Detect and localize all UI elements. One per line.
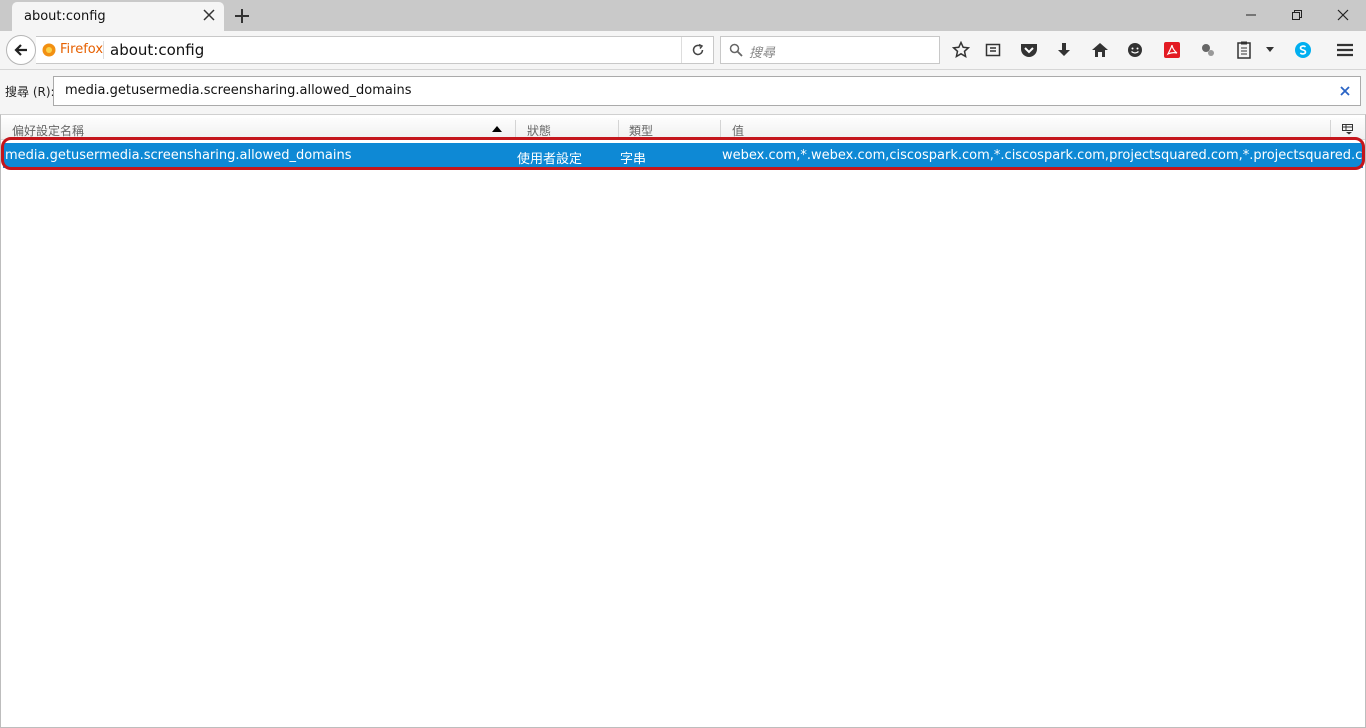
back-button[interactable] (6, 35, 36, 65)
clipboard-dropdown[interactable] (1262, 39, 1278, 61)
firefox-logo-icon (42, 43, 56, 56)
back-arrow-icon (14, 44, 27, 56)
skype-icon (1295, 42, 1311, 58)
filter-value: media.getusermedia.screensharing.allowed… (65, 83, 412, 98)
column-header-value[interactable]: 值 (732, 122, 744, 139)
identity-label: Firefox (60, 42, 104, 57)
sort-ascending-icon (492, 126, 502, 132)
pref-value-cell: webex.com,*.webex.com,ciscospark.com,*.c… (722, 148, 1362, 163)
filter-label: 搜尋 (R): (5, 85, 55, 99)
identity-box[interactable]: Firefox (42, 42, 103, 57)
menu-button[interactable] (1334, 39, 1356, 61)
clear-filter-icon[interactable] (1338, 84, 1352, 98)
new-tab-icon[interactable] (232, 6, 252, 26)
bookmark-star-button[interactable] (950, 39, 972, 61)
pocket-button[interactable] (1018, 39, 1040, 61)
hamburger-menu-icon (1337, 43, 1353, 57)
puzzle-icon (1202, 44, 1214, 56)
tab-strip: about:config (0, 0, 1366, 31)
star-icon (952, 41, 970, 59)
search-bar[interactable]: 搜尋 (720, 36, 940, 64)
download-arrow-icon (1058, 43, 1070, 56)
pocket-icon (1021, 44, 1037, 57)
pref-status-cell: 使用者設定 (517, 152, 583, 167)
url-bar[interactable]: Firefox about:config (36, 36, 714, 64)
column-splitter[interactable] (618, 120, 619, 138)
chevron-down-icon (1266, 47, 1274, 52)
minimize-icon (1246, 14, 1256, 16)
pref-type-cell: 字串 (620, 152, 647, 167)
tab-about-config[interactable]: about:config (12, 2, 224, 31)
tab-title: about:config (24, 9, 106, 24)
downloads-button[interactable] (1053, 39, 1075, 61)
pref-name-cell: media.getusermedia.screensharing.allowed… (5, 148, 352, 163)
clipboard-icon (1237, 41, 1251, 59)
bookmarks-list-icon (985, 43, 1001, 57)
tree-header: 偏好設定名稱 狀態 類型 值 (1, 118, 1365, 140)
url-text[interactable]: about:config (110, 41, 204, 59)
table-row[interactable]: media.getusermedia.screensharing.allowed… (3, 143, 1363, 168)
extension-puzzle-button[interactable] (1197, 39, 1219, 61)
pdf-extension-button[interactable] (1161, 39, 1183, 61)
hello-button[interactable] (1124, 39, 1146, 61)
clipboard-button[interactable] (1233, 39, 1255, 61)
close-tab-icon[interactable] (202, 8, 216, 22)
column-splitter[interactable] (720, 120, 721, 138)
column-header-type[interactable]: 類型 (629, 122, 653, 139)
config-filter-row: 搜尋 (R): media.getusermedia.screensharing… (0, 70, 1366, 114)
home-icon (1092, 43, 1108, 57)
reload-button[interactable] (681, 37, 713, 63)
close-window-button[interactable] (1320, 0, 1366, 30)
restore-icon (1292, 10, 1302, 20)
chat-smiley-icon (1128, 43, 1142, 57)
skype-button[interactable] (1292, 39, 1314, 61)
search-placeholder: 搜尋 (749, 46, 776, 61)
restore-button[interactable] (1274, 0, 1320, 30)
close-icon (1337, 9, 1349, 21)
minimize-button[interactable] (1228, 0, 1274, 30)
reload-icon (692, 43, 703, 56)
config-tree[interactable]: 偏好設定名稱 狀態 類型 值 media.getusermedia.screen… (0, 114, 1366, 728)
url-divider (103, 41, 104, 59)
column-splitter[interactable] (1330, 120, 1331, 138)
nav-bar: Firefox about:config 搜尋 (0, 31, 1366, 70)
bookmarks-menu-button[interactable] (982, 39, 1004, 61)
column-header-name[interactable]: 偏好設定名稱 (12, 122, 84, 139)
config-search-input[interactable]: media.getusermedia.screensharing.allowed… (53, 76, 1361, 106)
column-picker-icon[interactable] (1342, 124, 1354, 135)
column-header-status[interactable]: 狀態 (527, 122, 551, 139)
search-icon (729, 43, 743, 57)
acrobat-icon (1164, 42, 1180, 58)
column-splitter[interactable] (515, 120, 516, 138)
home-button[interactable] (1089, 39, 1111, 61)
